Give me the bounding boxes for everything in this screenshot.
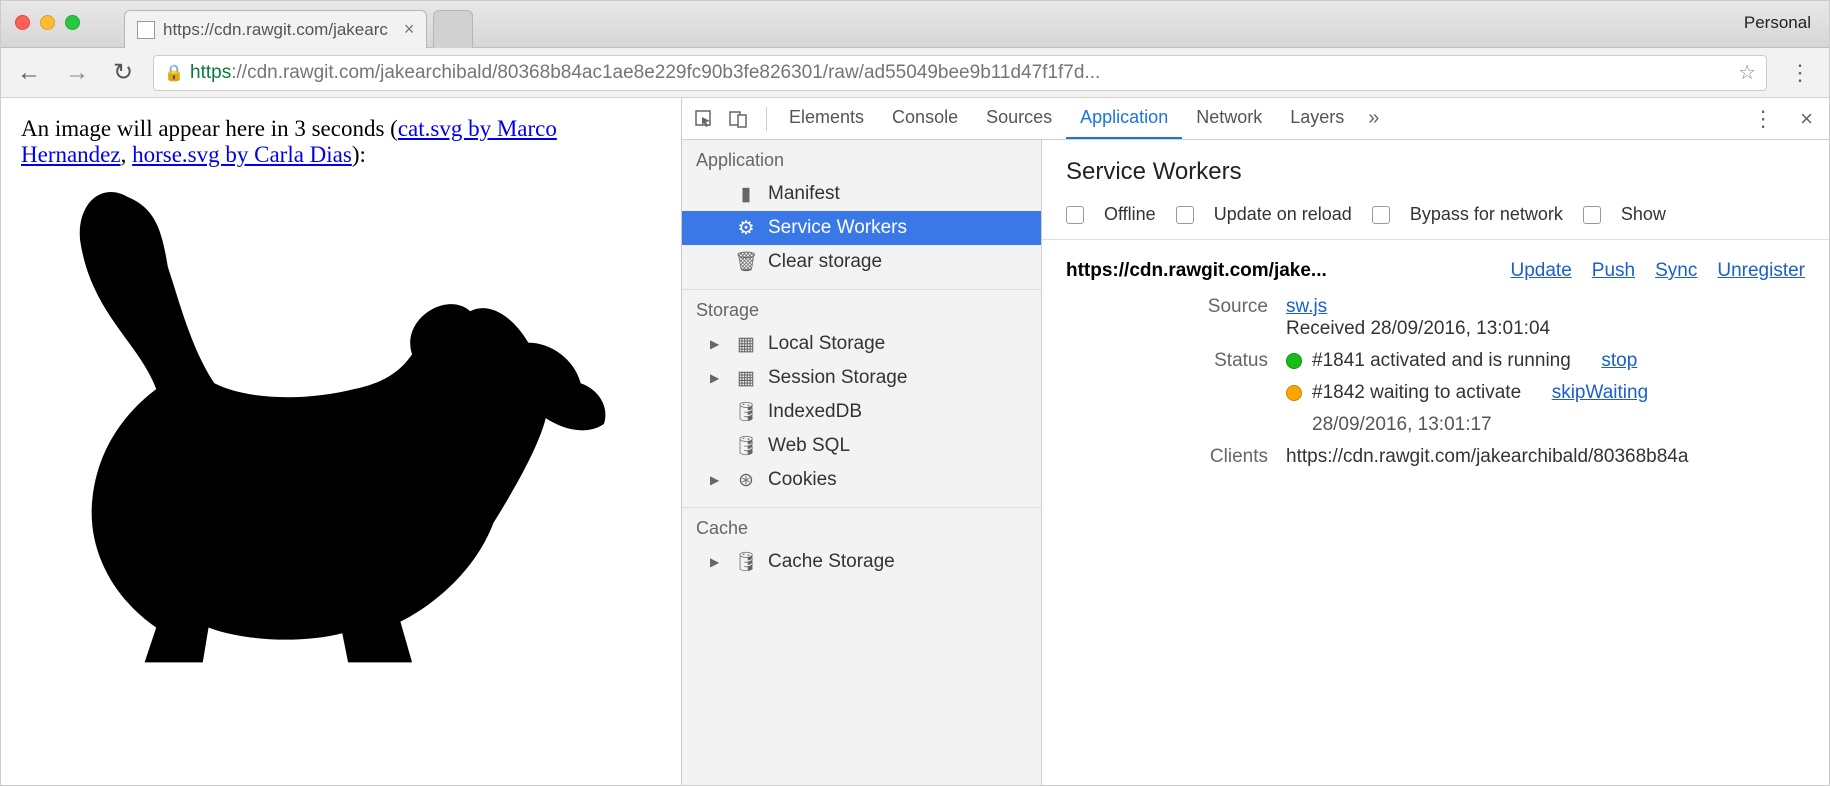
grid-icon: ▦ <box>736 334 756 354</box>
tab-layers[interactable]: Layers <box>1276 98 1358 139</box>
cat-image <box>21 174 661 680</box>
offline-checkbox[interactable] <box>1066 206 1084 224</box>
panel-title: Service Workers <box>1042 140 1829 200</box>
profile-label[interactable]: Personal <box>1726 1 1829 45</box>
sidebar-item-cache-storage[interactable]: ▶🛢 Cache Storage <box>682 545 1041 579</box>
sw-action-push[interactable]: Push <box>1592 260 1635 282</box>
service-workers-panel: Service Workers Offline Update on reload… <box>1042 140 1829 785</box>
sidebar-item-clear-storage[interactable]: 🗑 Clear storage <box>682 245 1041 279</box>
star-icon[interactable]: ☆ <box>1738 60 1756 85</box>
panel-options: Offline Update on reload Bypass for netw… <box>1042 200 1829 240</box>
update-on-reload-checkbox[interactable] <box>1176 206 1194 224</box>
stop-link[interactable]: stop <box>1601 350 1637 372</box>
titlebar: https://cdn.rawgit.com/jakearc × Persona… <box>1 1 1829 48</box>
tab-elements[interactable]: Elements <box>775 98 878 139</box>
show-checkbox[interactable] <box>1583 206 1601 224</box>
devtools-menu-button[interactable]: ⋮ <box>1746 106 1780 132</box>
tab-application[interactable]: Application <box>1066 98 1182 139</box>
database-icon: 🛢 <box>736 552 756 572</box>
status-dot-orange <box>1286 385 1302 401</box>
sidebar-item-service-workers[interactable]: ⚙ Service Workers <box>682 211 1041 245</box>
trash-icon: 🗑 <box>736 252 756 272</box>
lock-icon: 🔒 <box>164 63 184 83</box>
sidebar-item-indexeddb[interactable]: 🛢 IndexedDB <box>682 395 1041 429</box>
devtools: Elements Console Sources Application Net… <box>681 98 1829 785</box>
sidebar-item-websql[interactable]: 🛢 Web SQL <box>682 429 1041 463</box>
application-sidebar: Application ▮ Manifest ⚙ Service Workers… <box>682 140 1042 785</box>
file-icon: ▮ <box>736 184 756 204</box>
clients-label: Clients <box>1066 446 1286 468</box>
status-1-text: #1841 activated and is running <box>1312 350 1571 372</box>
sw-action-sync[interactable]: Sync <box>1655 260 1697 282</box>
sidebar-item-manifest[interactable]: ▮ Manifest <box>682 177 1041 211</box>
menu-button[interactable]: ⋮ <box>1783 60 1817 86</box>
tab-console[interactable]: Console <box>878 98 972 139</box>
sidebar-item-session-storage[interactable]: ▶▦ Session Storage <box>682 361 1041 395</box>
sidebar-item-local-storage[interactable]: ▶▦ Local Storage <box>682 327 1041 361</box>
minimize-window-button[interactable] <box>40 15 55 30</box>
new-tab-button[interactable] <box>433 10 473 48</box>
sw-action-unregister[interactable]: Unregister <box>1717 260 1805 282</box>
sidebar-header-application: Application <box>682 140 1041 177</box>
clients-value: https://cdn.rawgit.com/jakearchibald/803… <box>1286 446 1805 468</box>
tab-sources[interactable]: Sources <box>972 98 1066 139</box>
window-controls <box>1 1 94 44</box>
page-text: An image will appear here in 3 seconds (… <box>21 116 661 168</box>
gear-icon: ⚙ <box>736 218 756 238</box>
link-horse[interactable]: horse.svg by Carla Dias <box>132 142 352 167</box>
tab-label: https://cdn.rawgit.com/jakearc <box>163 20 388 40</box>
sw-action-update[interactable]: Update <box>1511 260 1572 282</box>
database-icon: 🛢 <box>736 402 756 422</box>
source-link[interactable]: sw.js <box>1286 296 1327 317</box>
devtools-tabstrip: Elements Console Sources Application Net… <box>682 98 1829 140</box>
bypass-network-checkbox[interactable] <box>1372 206 1390 224</box>
page-content: An image will appear here in 3 seconds (… <box>1 98 681 785</box>
inspect-icon[interactable] <box>690 105 718 133</box>
forward-button[interactable]: → <box>61 55 93 91</box>
skipwaiting-link[interactable]: skipWaiting <box>1552 382 1648 404</box>
source-received: Received 28/09/2016, 13:01:04 <box>1286 318 1550 339</box>
url-text: https://cdn.rawgit.com/jakearchibald/803… <box>190 62 1100 84</box>
status-2-time: 28/09/2016, 13:01:17 <box>1312 414 1805 436</box>
source-label: Source <box>1066 296 1286 340</box>
reload-button[interactable]: ↻ <box>109 54 137 91</box>
back-button[interactable]: ← <box>13 55 45 91</box>
devtools-close-icon[interactable]: × <box>1792 106 1821 132</box>
maximize-window-button[interactable] <box>65 15 80 30</box>
tab-network[interactable]: Network <box>1182 98 1276 139</box>
sidebar-header-storage: Storage <box>682 290 1041 327</box>
status-label: Status <box>1066 350 1286 436</box>
cookie-icon: ⊛ <box>736 470 756 490</box>
status-dot-green <box>1286 353 1302 369</box>
sidebar-header-cache: Cache <box>682 508 1041 545</box>
tabstrip: https://cdn.rawgit.com/jakearc × <box>124 1 473 47</box>
device-icon[interactable] <box>724 105 752 133</box>
toolbar: ← → ↻ 🔒 https://cdn.rawgit.com/jakearchi… <box>1 48 1829 98</box>
browser-tab[interactable]: https://cdn.rawgit.com/jakearc × <box>124 10 427 48</box>
close-tab-icon[interactable]: × <box>404 19 415 40</box>
status-2-text: #1842 waiting to activate <box>1312 382 1521 404</box>
tabs-overflow-icon[interactable]: » <box>1358 107 1389 130</box>
sidebar-item-cookies[interactable]: ▶⊛ Cookies <box>682 463 1041 497</box>
grid-icon: ▦ <box>736 368 756 388</box>
sw-origin: https://cdn.rawgit.com/jake... <box>1066 260 1493 282</box>
omnibox[interactable]: 🔒 https://cdn.rawgit.com/jakearchibald/8… <box>153 55 1767 91</box>
close-window-button[interactable] <box>15 15 30 30</box>
file-icon <box>137 21 155 39</box>
database-icon: 🛢 <box>736 436 756 456</box>
